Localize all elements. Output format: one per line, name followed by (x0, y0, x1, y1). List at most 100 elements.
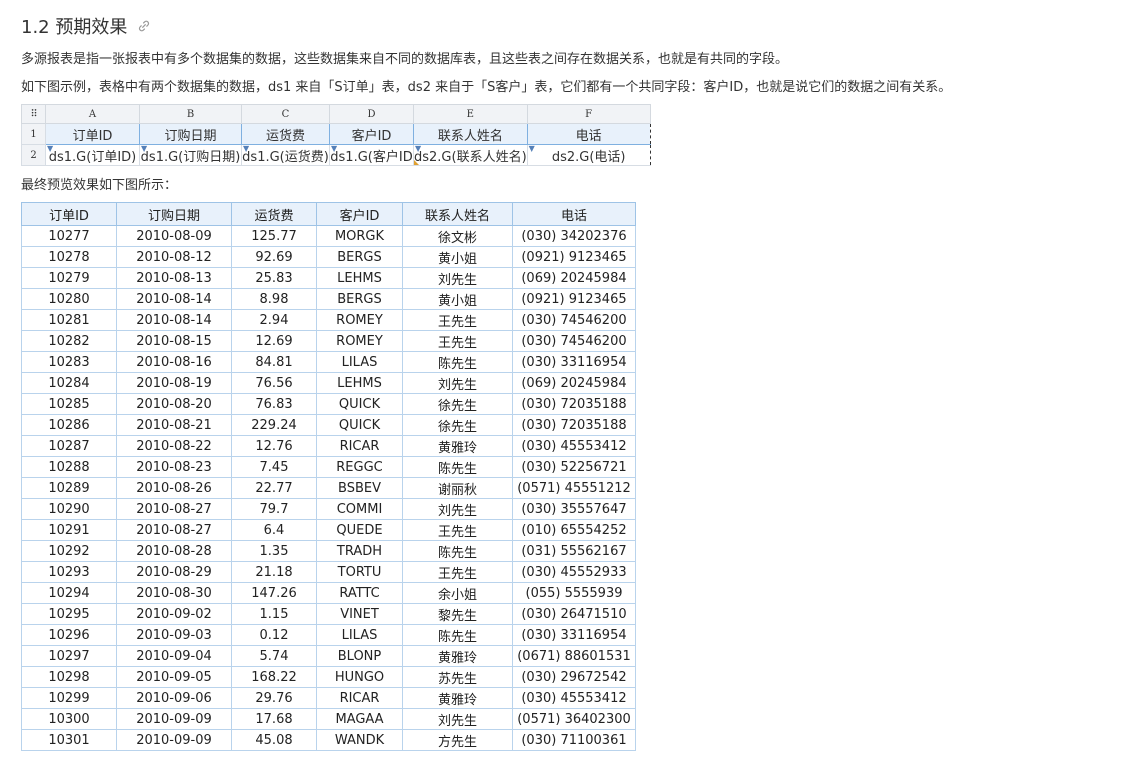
column-label[interactable]: B (139, 104, 242, 124)
table-cell: (030) 72035188 (512, 414, 636, 436)
table-cell: 王先生 (402, 561, 513, 583)
report-designer-grid: ⠿ A B C D E F 1 订单ID 订购日期 运货费 客户ID 联系人姓名… (21, 104, 651, 166)
table-cell: 方先生 (402, 729, 513, 751)
table-cell: 2010-08-14 (116, 309, 232, 331)
table-cell: HUNGO (316, 666, 403, 688)
table-cell: 王先生 (402, 330, 513, 352)
table-cell: 2010-08-16 (116, 351, 232, 373)
table-cell: 谢丽秋 (402, 477, 513, 499)
expand-down-icon: ▼ (331, 144, 338, 153)
table-cell: 76.83 (231, 393, 317, 415)
table-cell: 10296 (21, 624, 117, 646)
designer-cell[interactable]: 电话 (526, 123, 651, 145)
table-cell: (069) 20245984 (512, 372, 636, 394)
table-cell: ROMEY (316, 330, 403, 352)
table-cell: REGGC (316, 456, 403, 478)
table-cell: 10292 (21, 540, 117, 562)
table-cell: 陈先生 (402, 456, 513, 478)
table-row: 10299 2010-09-06 29.76 RICAR 黄雅玲 (030) 455534… (21, 687, 636, 709)
formula-cell[interactable]: ▼ ds1.G(客户ID (329, 144, 414, 166)
table-cell: TORTU (316, 561, 403, 583)
table-cell: (030) 45553412 (512, 687, 636, 709)
table-cell: 10284 (21, 372, 117, 394)
table-cell: 刘先生 (402, 498, 513, 520)
table-cell: 12.76 (231, 435, 317, 457)
grid-corner-icon[interactable]: ⠿ (21, 104, 46, 124)
table-cell: 10279 (21, 267, 117, 289)
column-label[interactable]: D (329, 104, 414, 124)
table-cell: 2010-08-27 (116, 519, 232, 541)
table-row: 10291 2010-08-27 6.4 QUEDE 王先生 (010) 65554252 (21, 519, 636, 541)
table-row: 10279 2010-08-13 25.83 LEHMS 刘先生 (069) 202459… (21, 267, 636, 289)
table-cell: (030) 74546200 (512, 330, 636, 352)
table-cell: (0671) 88601531 (512, 645, 636, 667)
expand-down-icon: ▼ (415, 144, 422, 153)
column-label[interactable]: F (526, 104, 651, 124)
preview-header-row: 订单ID 订购日期 运货费 客户ID 联系人姓名 电话 (21, 202, 636, 226)
table-cell: 苏先生 (402, 666, 513, 688)
column-label[interactable]: C (241, 104, 330, 124)
table-cell: 76.56 (231, 372, 317, 394)
table-cell: (031) 55562167 (512, 540, 636, 562)
row-number[interactable]: 2 (21, 144, 46, 166)
table-cell: 刘先生 (402, 708, 513, 730)
column-header: 客户ID (316, 202, 403, 226)
table-cell: (010) 65554252 (512, 519, 636, 541)
formula-cell[interactable]: ▼ ds1.G(运货费) (241, 144, 330, 166)
formula-cell[interactable]: ▼ ds2.G(联系人姓名) (413, 144, 528, 166)
table-cell: 黄雅玲 (402, 687, 513, 709)
row-number[interactable]: 1 (21, 123, 46, 145)
designer-cell[interactable]: 订购日期 (139, 123, 242, 145)
table-cell: 10290 (21, 498, 117, 520)
table-cell: (030) 72035188 (512, 393, 636, 415)
table-cell: 45.08 (231, 729, 317, 751)
table-cell: QUEDE (316, 519, 403, 541)
table-cell: (030) 52256721 (512, 456, 636, 478)
table-cell: MAGAA (316, 708, 403, 730)
table-cell: 刘先生 (402, 267, 513, 289)
designer-cell[interactable]: 联系人姓名 (413, 123, 528, 145)
expand-down-icon: ▼ (141, 144, 148, 153)
table-row: 10278 2010-08-12 92.69 BERGS 黄小姐 (0921) 91234… (21, 246, 636, 268)
table-cell: BLONP (316, 645, 403, 667)
column-header: 运货费 (231, 202, 317, 226)
table-cell: 10278 (21, 246, 117, 268)
table-row: 10288 2010-08-23 7.45 REGGC 陈先生 (030) 5225672… (21, 456, 636, 478)
column-label[interactable]: E (413, 104, 528, 124)
designer-cell[interactable]: 客户ID (329, 123, 414, 145)
table-cell: 2010-09-02 (116, 603, 232, 625)
table-cell: (0571) 45551212 (512, 477, 636, 499)
table-cell: 1.35 (231, 540, 317, 562)
link-icon[interactable] (137, 19, 151, 33)
formula-cell[interactable]: ▼ ds2.G(电话) (526, 144, 651, 166)
column-label[interactable]: A (45, 104, 140, 124)
table-cell: 王先生 (402, 309, 513, 331)
table-cell: 10299 (21, 687, 117, 709)
table-cell: RICAR (316, 435, 403, 457)
table-row: 10277 2010-08-09 125.77 MORGK 徐文彬 (030) 34202… (21, 225, 636, 247)
table-cell: 刘先生 (402, 372, 513, 394)
table-cell: LEHMS (316, 372, 403, 394)
formula-cell[interactable]: ▼ ds1.G(订购日期) (139, 144, 242, 166)
table-cell: 10289 (21, 477, 117, 499)
table-cell: 2010-08-12 (116, 246, 232, 268)
table-cell: 5.74 (231, 645, 317, 667)
table-cell: WANDK (316, 729, 403, 751)
table-cell: BERGS (316, 288, 403, 310)
table-cell: 2010-08-28 (116, 540, 232, 562)
designer-cell[interactable]: 运货费 (241, 123, 330, 145)
preview-caption: 最终预览效果如下图所示： (21, 178, 178, 193)
table-cell: 2010-08-21 (116, 414, 232, 436)
designer-cell[interactable]: 订单ID (45, 123, 140, 145)
table-cell: 2010-09-09 (116, 708, 232, 730)
table-cell: 84.81 (231, 351, 317, 373)
table-row: 10289 2010-08-26 22.77 BSBEV 谢丽秋 (0571) 45551… (21, 477, 636, 499)
table-cell: (055) 5555939 (512, 582, 636, 604)
column-header: 联系人姓名 (402, 202, 513, 226)
table-row: 10295 2010-09-02 1.15 VINET 黎先生 (030) 2647151… (21, 603, 636, 625)
table-cell: 黄雅玲 (402, 435, 513, 457)
table-cell: 10293 (21, 561, 117, 583)
table-cell: BERGS (316, 246, 403, 268)
formula-cell[interactable]: ▼ ds1.G(订单ID) (45, 144, 140, 166)
table-cell: MORGK (316, 225, 403, 247)
